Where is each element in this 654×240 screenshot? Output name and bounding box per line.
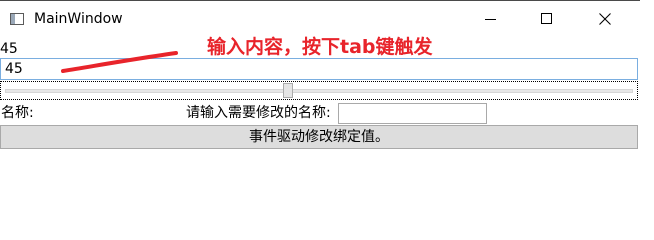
app-window-icon (10, 13, 24, 25)
slider-track (5, 89, 633, 93)
annotation-text: 输入内容，按下tab键触发 (207, 36, 433, 58)
maximize-button[interactable] (524, 1, 570, 37)
minimize-button[interactable] (468, 1, 514, 37)
name-label-text: 名称: (1, 105, 34, 121)
close-button[interactable] (582, 1, 628, 37)
bound-value-label: 45 (0, 41, 18, 57)
annotation-arrow (61, 51, 178, 73)
minimize-icon (485, 19, 496, 20)
close-icon (599, 13, 611, 25)
name-label: 名称: (1, 104, 34, 122)
main-window: MainWindow 45 输入内容，按下tab键触发 (0, 0, 640, 205)
window-title: MainWindow (34, 11, 123, 27)
value-slider[interactable] (0, 81, 638, 100)
slider-thumb[interactable] (283, 83, 294, 98)
update-binding-button[interactable]: 事件驱动修改绑定值。 (0, 125, 638, 149)
name-prompt-label: 请输入需要修改的名称: (186, 105, 331, 121)
name-input[interactable] (338, 103, 487, 124)
maximize-icon (541, 13, 552, 24)
title-bar[interactable]: MainWindow (0, 1, 640, 37)
